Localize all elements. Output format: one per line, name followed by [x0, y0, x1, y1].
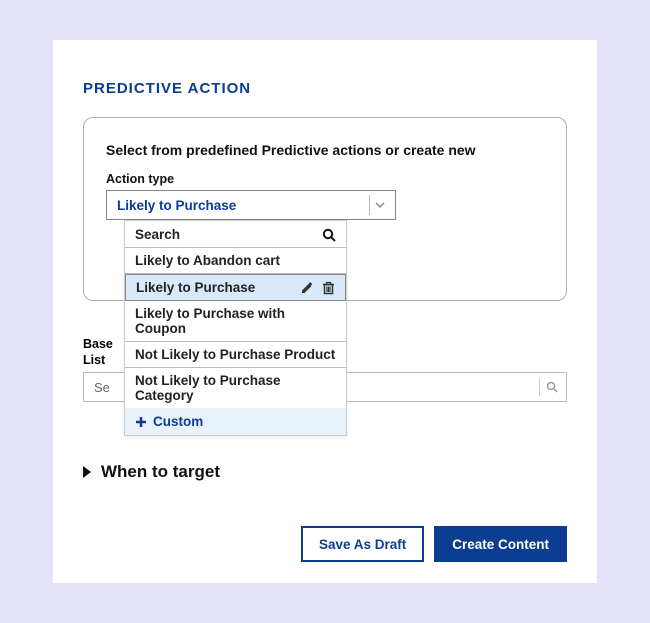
- when-to-target-label: When to target: [101, 462, 220, 482]
- base-list-label: Base List: [83, 337, 123, 368]
- delete-icon[interactable]: [322, 281, 335, 295]
- edit-icon[interactable]: [300, 281, 314, 295]
- save-draft-button[interactable]: Save As Draft: [301, 526, 424, 562]
- dropdown-option-not-purchase-category[interactable]: Not Likely to Purchase Category: [125, 368, 346, 408]
- when-to-target-toggle[interactable]: When to target: [83, 462, 567, 482]
- search-icon: [539, 378, 558, 396]
- dropdown-option-not-purchase-product[interactable]: Not Likely to Purchase Product: [125, 342, 346, 368]
- dropdown-option-likely-purchase[interactable]: Likely to Purchase: [125, 274, 346, 301]
- search-icon: [322, 228, 336, 242]
- action-type-select[interactable]: Likely to Purchase: [106, 190, 396, 220]
- chevron-down-icon: [369, 195, 389, 215]
- action-type-dropdown: Search Likely to Abandon cart Likely to …: [124, 220, 347, 436]
- section-title: PREDICTIVE ACTION: [83, 80, 567, 97]
- panel-description: Select from predefined Predictive action…: [106, 142, 544, 158]
- create-content-button[interactable]: Create Content: [434, 526, 567, 562]
- base-list-placeholder: Se: [94, 380, 110, 395]
- dropdown-custom[interactable]: Custom: [125, 408, 346, 435]
- dropdown-search[interactable]: Search: [125, 221, 346, 248]
- dropdown-custom-label: Custom: [153, 414, 203, 429]
- dropdown-search-placeholder: Search: [135, 227, 180, 242]
- predictive-panel: Select from predefined Predictive action…: [83, 117, 567, 301]
- dropdown-option-abandon-cart[interactable]: Likely to Abandon cart: [125, 248, 346, 274]
- footer-actions: Save As Draft Create Content: [83, 526, 567, 562]
- caret-right-icon: [83, 466, 91, 478]
- config-card: PREDICTIVE ACTION Select from predefined…: [53, 40, 597, 583]
- dropdown-option-purchase-coupon[interactable]: Likely to Purchase with Coupon: [125, 301, 346, 342]
- action-type-select-wrap: Likely to Purchase Search Likely to Aban…: [106, 190, 396, 220]
- action-type-value: Likely to Purchase: [117, 198, 236, 213]
- plus-icon: [135, 416, 147, 428]
- action-type-label: Action type: [106, 172, 544, 186]
